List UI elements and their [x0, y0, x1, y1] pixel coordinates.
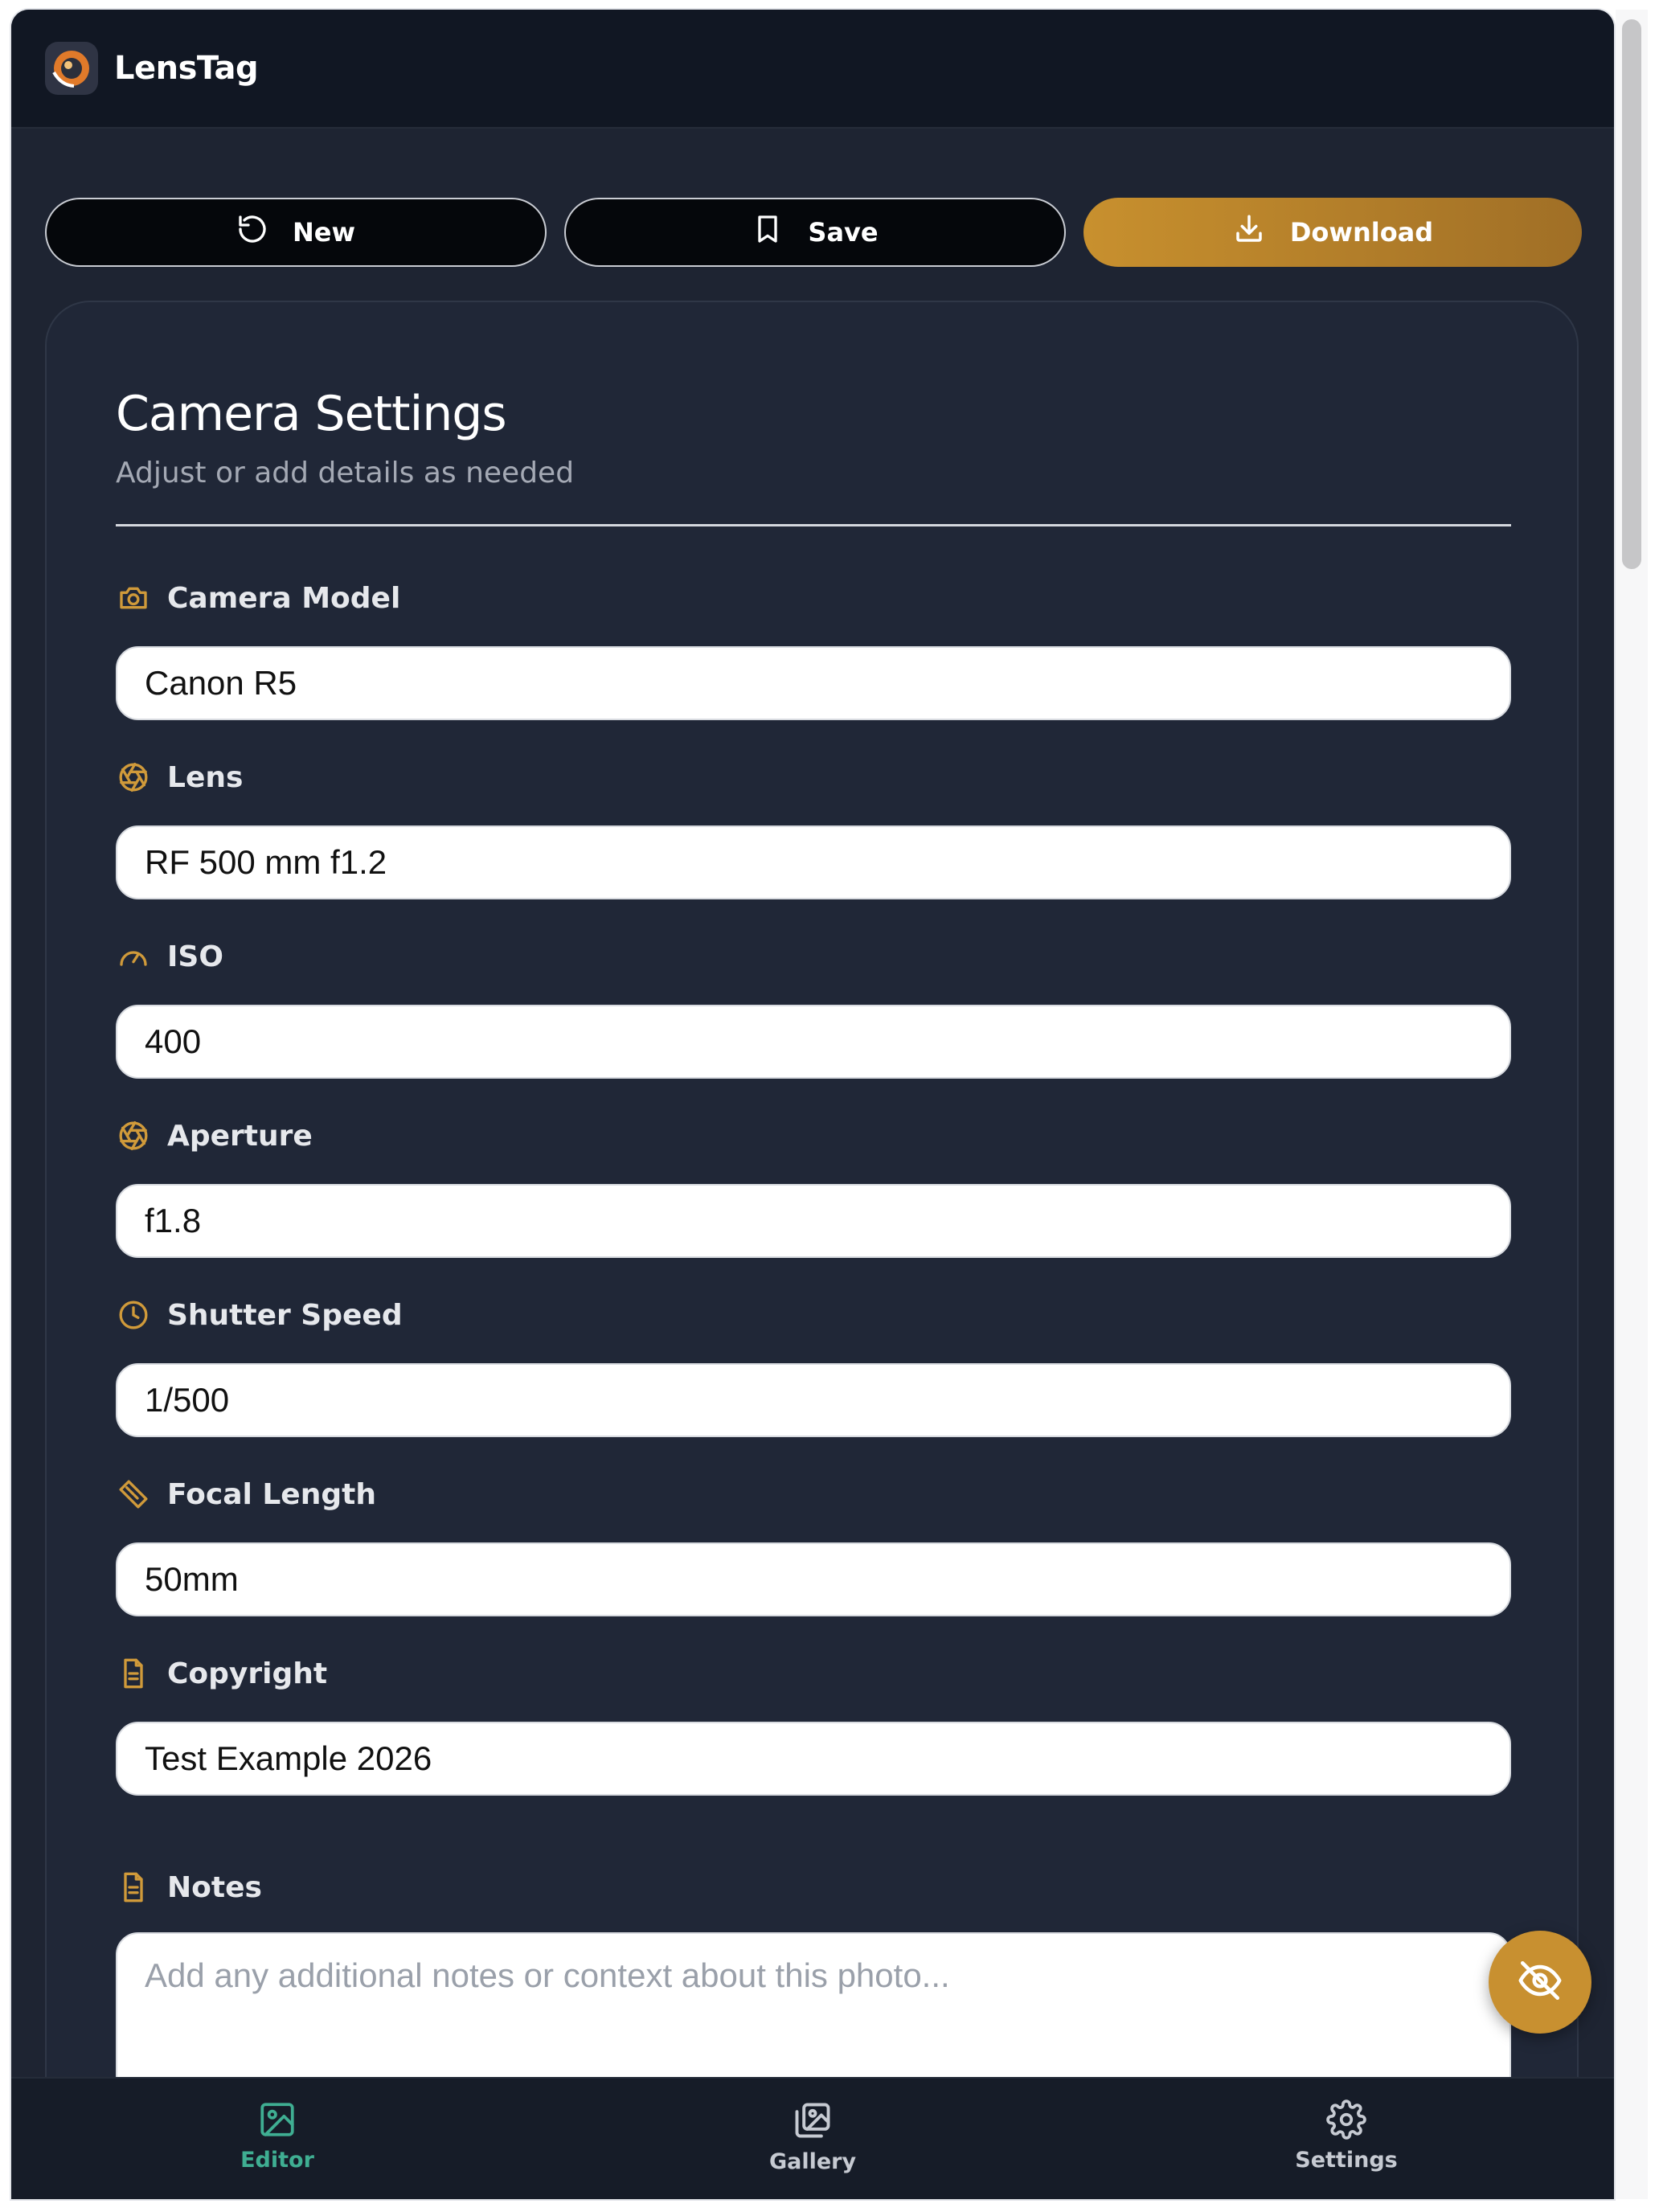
field-label: Aperture — [167, 1119, 313, 1153]
nav-label: Settings — [1295, 2148, 1398, 2173]
download-button-label: Download — [1289, 217, 1434, 248]
focal-length-input[interactable] — [116, 1542, 1511, 1616]
eye-off-icon — [1517, 1957, 1563, 2007]
clock-icon — [116, 1297, 151, 1333]
lens-input[interactable] — [116, 825, 1511, 899]
gallery-icon — [792, 2099, 834, 2144]
field-lens: Lens — [116, 756, 1511, 899]
toolbar: New Save Download — [45, 198, 1591, 267]
field-label: ISO — [167, 940, 223, 973]
app-window: LensTag New Save Download Camera Setting… — [11, 10, 1614, 2199]
field-shutter-speed: Shutter Speed — [116, 1294, 1511, 1437]
document-icon — [116, 1656, 151, 1691]
field-label: Notes — [167, 1870, 262, 1904]
card-title: Camera Settings — [116, 386, 507, 442]
nav-item-gallery[interactable]: Gallery — [732, 2099, 893, 2174]
copyright-input[interactable] — [116, 1722, 1511, 1796]
field-label: Lens — [167, 760, 244, 794]
field-label: Copyright — [167, 1657, 328, 1690]
nav-item-settings[interactable]: Settings — [1266, 2099, 1427, 2173]
image-icon — [257, 2099, 297, 2143]
field-camera-model: Camera Model — [116, 577, 1511, 720]
camera-icon — [116, 580, 151, 616]
download-icon — [1232, 212, 1266, 252]
ruler-icon — [116, 1477, 151, 1512]
gear-icon — [1326, 2099, 1366, 2143]
app-title: LensTag — [114, 50, 259, 87]
camera-model-input[interactable] — [116, 646, 1511, 720]
field-label: Shutter Speed — [167, 1298, 403, 1332]
toggle-visibility-button[interactable] — [1489, 1931, 1591, 2034]
save-button-label: Save — [808, 217, 879, 248]
divider — [116, 524, 1511, 526]
lens-logo-icon — [45, 42, 98, 95]
field-focal-length: Focal Length — [116, 1473, 1511, 1616]
app-header: LensTag — [11, 10, 1614, 129]
shutter-speed-input[interactable] — [116, 1363, 1511, 1437]
bottom-nav: Editor Gallery Settings — [11, 2077, 1614, 2199]
iso-input[interactable] — [116, 1005, 1511, 1079]
download-button[interactable]: Download — [1083, 198, 1582, 267]
save-button[interactable]: Save — [564, 198, 1066, 267]
scrollbar-thumb[interactable] — [1622, 19, 1641, 569]
aperture-icon — [116, 760, 151, 795]
card-subtitle: Adjust or add details as needed — [116, 457, 575, 490]
bookmark-icon — [752, 213, 784, 252]
field-iso: ISO — [116, 936, 1511, 1079]
document-icon — [116, 1870, 151, 1905]
nav-label: Editor — [240, 2148, 314, 2173]
field-aperture: Aperture — [116, 1115, 1511, 1258]
field-copyright: Copyright — [116, 1653, 1511, 1796]
field-label: Focal Length — [167, 1477, 376, 1511]
new-button[interactable]: New — [45, 198, 547, 267]
aperture-icon — [116, 1118, 151, 1153]
gauge-icon — [116, 939, 151, 974]
camera-settings-card: Camera Settings Adjust or add details as… — [45, 301, 1579, 2199]
nav-item-editor[interactable]: Editor — [197, 2099, 358, 2173]
refresh-icon — [236, 213, 268, 252]
nav-label: Gallery — [768, 2149, 857, 2174]
field-label: Camera Model — [167, 581, 401, 615]
aperture-input[interactable] — [116, 1184, 1511, 1258]
new-button-label: New — [292, 217, 356, 248]
